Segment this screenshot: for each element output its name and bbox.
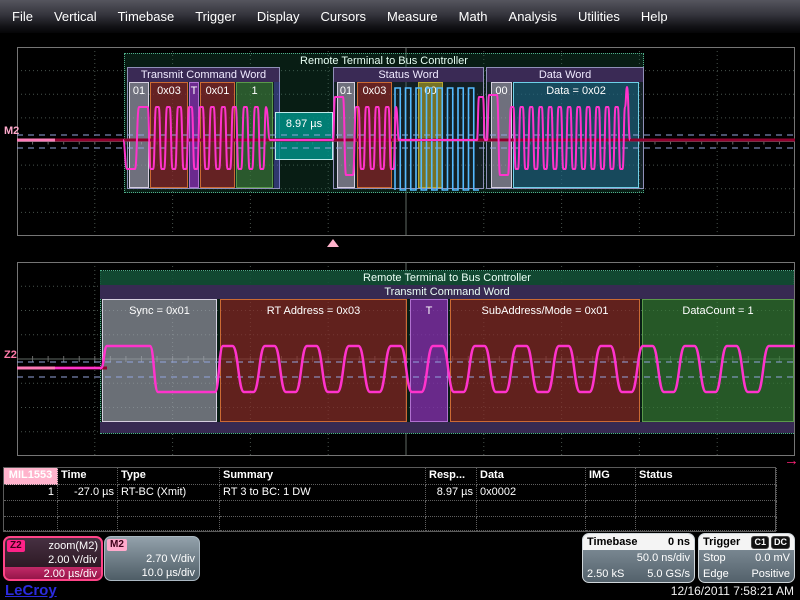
empty-cell <box>4 501 58 517</box>
row1-type[interactable]: RT-BC (Xmit) <box>118 485 220 501</box>
trigger-level: 0.0 mV <box>755 550 790 566</box>
timebase-samples: 2.50 kS <box>587 566 624 582</box>
menu-item-timebase[interactable]: Timebase <box>118 9 175 24</box>
trigger-type: Edge <box>703 566 729 582</box>
z2-title: zoom(M2) <box>48 540 98 552</box>
row1-summary[interactable]: RT 3 to BC: 1 DW <box>220 485 426 501</box>
field-tr-bit: T <box>410 299 448 422</box>
lower-graticule: Remote Terminal to Bus Controller Transm… <box>17 262 795 456</box>
empty-cell <box>4 517 58 531</box>
lower-decode-bottom-strip <box>100 422 794 433</box>
next-event-arrow-icon[interactable]: → <box>784 452 799 469</box>
trigger-mode: Stop <box>703 550 726 566</box>
m2-descriptor-panel[interactable]: M2 2.70 V/div 10.0 µs/div <box>104 536 200 581</box>
z2-channel-label: Z2 <box>4 349 17 361</box>
menu-item-measure[interactable]: Measure <box>387 9 438 24</box>
row1-data[interactable]: 0x0002 <box>477 485 586 501</box>
menu-item-trigger[interactable]: Trigger <box>195 9 236 24</box>
timebase-panel[interactable]: Timebase 0 ns 50.0 ns/div 2.50 kS 5.0 GS… <box>582 533 695 583</box>
field-tr-bit: T <box>189 82 199 188</box>
timebase-tdiv: 50.0 ns/div <box>637 550 690 566</box>
col-header-img: IMG <box>586 468 636 485</box>
menu-item-vertical[interactable]: Vertical <box>54 9 97 24</box>
menu-item-analysis[interactable]: Analysis <box>509 9 557 24</box>
timebase-rate: 5.0 GS/s <box>647 566 690 582</box>
m2-tdiv: 10.0 µs/div <box>105 566 199 580</box>
trigger-panel[interactable]: Trigger C1 DC Stop 0.0 mV Edge Positive <box>698 533 795 583</box>
datetime-display: 12/16/2011 7:58:21 AM <box>671 584 794 598</box>
upper-decode-title: Remote Terminal to Bus Controller <box>124 55 644 67</box>
menu-bar: File Vertical Timebase Trigger Display C… <box>0 0 800 33</box>
menu-item-math[interactable]: Math <box>459 9 488 24</box>
group-title: Transmit Command Word <box>128 68 279 82</box>
menu-item-cursors[interactable]: Cursors <box>321 9 367 24</box>
group-title: Data Word <box>487 68 643 82</box>
z2-descriptor-panel[interactable]: Z2 zoom(M2) 2.00 V/div 2.00 µs/div <box>3 536 103 581</box>
lower-decode-title: Remote Terminal to Bus Controller <box>100 271 794 285</box>
trigger-source-badge: C1 <box>751 536 769 549</box>
row1-index[interactable]: 1 <box>4 485 58 501</box>
field-datacount: 1 <box>236 82 273 188</box>
m2-channel-label: M2 <box>4 125 19 137</box>
menu-item-display[interactable]: Display <box>257 9 300 24</box>
col-header-time: Time <box>58 468 118 485</box>
group-title: Status Word <box>334 68 483 82</box>
col-header-type: Type <box>118 468 220 485</box>
decode-table: MIL1553 Time Type Summary Resp... Data I… <box>3 467 776 532</box>
lecroy-logo: LeCroy <box>5 582 57 599</box>
trigger-position-marker[interactable] <box>327 239 339 247</box>
trigger-slope: Positive <box>751 566 790 582</box>
field-rt-address: 0x03 <box>357 82 392 188</box>
upper-graticule: Remote Terminal to Bus Controller Transm… <box>17 47 795 236</box>
col-header-resp: Resp... <box>426 468 477 485</box>
field-datacount: DataCount = 1 <box>642 299 794 422</box>
trigger-coupling-badge: DC <box>771 536 790 549</box>
row1-resp[interactable]: 8.97 µs <box>426 485 477 501</box>
z2-vdiv: 2.00 V/div <box>5 553 101 567</box>
lower-decode-subtitle: Transmit Command Word <box>100 285 794 299</box>
m2-badge: M2 <box>107 539 127 551</box>
timebase-label: Timebase <box>587 536 638 548</box>
menu-item-help[interactable]: Help <box>641 9 668 24</box>
row1-time[interactable]: -27.0 µs <box>58 485 118 501</box>
protocol-badge[interactable]: MIL1553 <box>4 468 58 485</box>
group-transmit-command-word: Transmit Command Word 01 0x03 T 0x01 1 <box>127 67 280 189</box>
z2-badge: Z2 <box>7 540 25 552</box>
timebase-offset: 0 ns <box>668 536 690 548</box>
field-subaddress: SubAddress/Mode = 0x01 <box>450 299 640 422</box>
m2-vdiv: 2.70 V/div <box>105 552 199 566</box>
field-sync: 01 <box>337 82 355 188</box>
field-rt-address: 0x03 <box>150 82 188 188</box>
field-subaddress: 0x01 <box>200 82 235 188</box>
field-sync: 01 <box>129 82 149 188</box>
field-sync: 00 <box>491 82 512 188</box>
response-time-box: 8.97 µs <box>275 112 333 160</box>
field-sync: Sync = 0x01 <box>102 299 217 422</box>
row1-status[interactable] <box>636 485 777 501</box>
trigger-label: Trigger <box>703 536 740 548</box>
menu-item-file[interactable]: File <box>12 9 33 24</box>
z2-tdiv: 2.00 µs/div <box>5 567 101 581</box>
group-status-word: Status Word 01 0x03 00 <box>333 67 484 189</box>
group-data-word: Data Word 00 Data = 0x02 <box>486 67 644 189</box>
col-header-status: Status <box>636 468 777 485</box>
col-header-data: Data <box>477 468 586 485</box>
field-rt-address: RT Address = 0x03 <box>220 299 407 422</box>
menu-item-utilities[interactable]: Utilities <box>578 9 620 24</box>
col-header-summary: Summary <box>220 468 426 485</box>
field-status-bits: 00 <box>418 82 443 188</box>
row1-img[interactable] <box>586 485 636 501</box>
field-data-value: Data = 0x02 <box>513 82 639 188</box>
